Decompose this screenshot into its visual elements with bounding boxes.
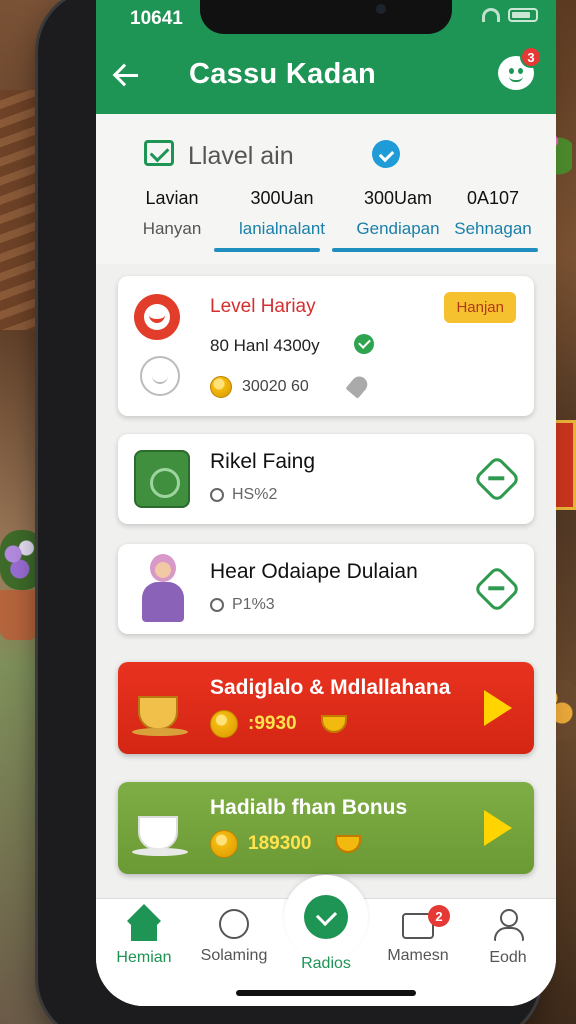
person-icon [134,554,192,624]
coin-icon [210,376,232,398]
status-time: 10641 [130,8,183,29]
level-section: Llavel ain Lavian Hanyan 300Uan lanialna… [96,114,556,264]
promo-title: Hadialb fhan Bonus [210,796,408,819]
list-item-subtitle: HS%2 [210,486,277,504]
level-card-subtitle: 80 Hanl 4300y [210,336,320,355]
nav-item-label: Radios [301,955,351,972]
list-item[interactable]: Rikel Faing HS%2 [118,434,534,524]
home-icon [128,909,160,941]
list-item-subtitle: P1%3 [210,596,275,614]
list-item-meta: HS%2 [232,486,278,503]
nav-item-home[interactable]: Hemian [98,909,190,967]
coin-icon [210,710,238,738]
money-icon [134,450,190,508]
mail-check-icon [144,140,174,166]
phone-screen: 10641 Cassu Kadan 3 Llavel ain Lavian Ha… [96,0,556,1006]
person-body [142,582,184,622]
nav-item-label: Hemian [116,949,172,966]
profile-icon [492,909,524,941]
play-arrow-icon[interactable] [484,810,512,846]
saucer-shape [132,728,188,736]
level-column-value: 0A107 [466,188,520,208]
promo-coins: 189300 [210,830,362,858]
promo-coin-value: :9930 [248,713,297,734]
coin-icon [210,830,238,858]
level-title: Llavel ain [188,142,294,170]
list-item-title: Rikel Faing [210,450,316,473]
app-header: 10641 Cassu Kadan 3 [96,0,556,114]
clock-icon [210,488,224,502]
coffee-cup-icon [132,682,188,738]
level-card-title: Level Hariay [210,296,316,317]
bowl-icon [320,715,347,733]
list-item-meta: P1%3 [232,596,275,613]
level-card-badge[interactable]: Hanjan [444,292,516,323]
battery-icon [508,8,538,22]
app-title: Cassu Kadan [189,58,377,90]
home-indicator[interactable] [236,990,416,996]
level-card[interactable]: Level Hariay Hanjan 80 Hanl 4300y 30020 … [118,276,534,416]
wifi-icon [482,8,500,22]
chat-bot-mouth [509,76,523,82]
promo-coins: :9930 [210,710,347,738]
list-item[interactable]: Hear Odaiape Dulaian P1%3 [118,544,534,634]
level-column[interactable]: 0A107 Sehnagan [438,188,548,239]
level-column[interactable]: Lavian Hanyan [122,188,222,239]
promo-coin-value: 189300 [248,833,312,854]
brand-logo-icon [134,294,180,340]
clock-icon [210,598,224,612]
nav-item-label: Eodh [489,949,527,966]
verified-icon [372,140,400,168]
level-column-label: Hanyan [142,219,202,238]
check-circle-icon [354,334,374,354]
back-arrow-icon[interactable] [108,56,148,96]
flower-pot-background [0,590,38,640]
nav-item-center[interactable]: Radios [280,875,372,973]
tea-cup-icon [132,802,188,858]
promo-banner[interactable]: Sadiglalo & Mdlallahana :9930 [118,662,534,754]
cup-shape [138,816,178,850]
nav-item-messages[interactable]: 2 Mamesn [372,905,464,965]
person-face [155,562,171,578]
rocket-icon [345,373,371,399]
chat-bot-eye [509,68,514,74]
nav-item-search[interactable]: Solaming [188,909,280,965]
avatar-icon [140,356,180,396]
chat-badge: 3 [520,46,542,68]
nav-center-circle [284,875,368,959]
search-icon [219,909,249,939]
messages-badge: 2 [428,905,450,927]
list-item-title: Hear Odaiape Dulaian [210,560,418,583]
level-column-value: Lavian [145,188,199,208]
level-card-coin-value: 30020 60 [242,378,309,395]
tab-underline [214,248,320,252]
go-arrow-icon[interactable] [472,564,522,614]
cup-shape [138,696,178,730]
chat-bot-eye [518,68,523,74]
promo-banner[interactable]: Hadialb fhan Bonus 189300 [118,782,534,874]
nav-item-label: Mamesn [387,947,449,964]
phone-frame: 10641 Cassu Kadan 3 Llavel ain Lavian Ha… [38,0,556,1024]
nav-item-label: Solaming [200,947,268,964]
tab-underline [332,248,538,252]
chat-bot-icon[interactable]: 3 [498,46,542,90]
camera-notch [200,0,452,34]
check-circle-icon [304,895,348,939]
status-icons [482,8,538,22]
level-card-coins: 30020 60 [210,376,309,398]
saucer-shape [132,848,188,856]
nav-item-profile[interactable]: Eodh [462,909,554,967]
level-column-label: Sehnagan [454,219,532,238]
go-arrow-icon[interactable] [472,454,522,504]
play-arrow-icon[interactable] [484,690,512,726]
bowl-icon [335,835,362,853]
promo-title: Sadiglalo & Mdlallahana [210,676,451,699]
